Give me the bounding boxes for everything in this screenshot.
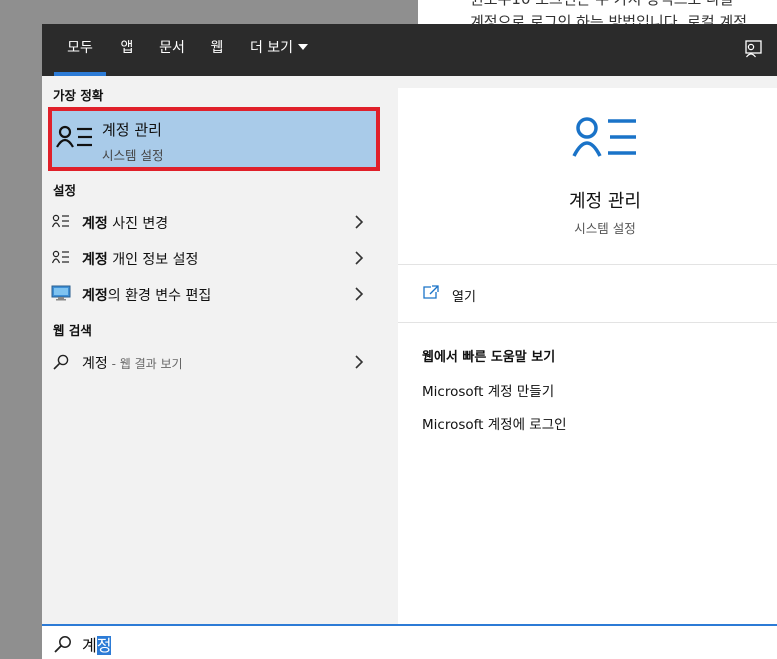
results-list: 가장 정확 계정 관리 시스템 설정 설정 계정 사진 변경 계정 개인 정보 … (42, 76, 386, 624)
settings-item-label: 계정 사진 변경 (82, 216, 169, 232)
account-icon (56, 125, 92, 148)
detail-subtitle: 시스템 설정 (574, 221, 636, 236)
chevron-right-icon (355, 287, 364, 301)
settings-item-label: 계정 개인 정보 설정 (82, 252, 199, 268)
best-match-result[interactable]: 계정 관리 시스템 설정 (48, 107, 380, 171)
tab-label: 모두 (67, 40, 93, 56)
tab-all[interactable]: 모두 (54, 24, 106, 76)
help-link-create-account[interactable]: Microsoft 계정 만들기 (422, 380, 554, 400)
background-document: 윈도우10 로그인은 두 가지 방식으로 나눌 계정으로 로그인 하는 방법입니… (418, 0, 777, 24)
search-input[interactable]: 계정 (82, 632, 112, 656)
account-icon (52, 250, 69, 264)
settings-item-change-picture[interactable]: 계정 사진 변경 (42, 204, 386, 240)
detail-pane: 계정 관리 시스템 설정 열기 웹에서 빠른 도움말 보기 Microsoft … (398, 88, 777, 624)
divider (398, 264, 777, 265)
feedback-icon (745, 40, 762, 58)
chevron-right-icon (355, 355, 364, 369)
background-text-line: 계정으로 로그인 하는 방법입니다. 로컬 계정 (470, 13, 748, 24)
tab-label: 웹 (210, 40, 224, 56)
best-match-title: 계정 관리 (102, 121, 162, 139)
help-heading: 웹에서 빠른 도움말 보기 (422, 350, 556, 365)
settings-item-environment-variables[interactable]: 계정의 환경 변수 편집 (42, 276, 386, 312)
section-settings: 설정 (53, 183, 77, 198)
feedback-button[interactable] (742, 38, 764, 60)
tab-web[interactable]: 웹 (202, 24, 232, 76)
tab-more[interactable]: 더 보기 (242, 24, 316, 76)
chevron-right-icon (355, 251, 364, 265)
start-search-panel: 모두 앱 문서 웹 더 보기 가장 정확 계정 관리 시스템 설정 설정 계정 … (42, 24, 777, 659)
help-link-sign-in[interactable]: Microsoft 계정에 로그인 (422, 413, 567, 433)
caret-down-icon (298, 44, 309, 50)
open-icon (423, 285, 439, 299)
monitor-icon (51, 285, 71, 301)
account-icon (52, 214, 69, 228)
web-search-label: 계정 - 웹 결과 보기 (82, 356, 183, 372)
section-best-match: 가장 정확 (53, 88, 104, 103)
section-web-search: 웹 검색 (53, 323, 92, 338)
selected-text: 정 (96, 636, 112, 655)
detail-title: 계정 관리 (569, 191, 641, 212)
web-search-item[interactable]: 계정 - 웹 결과 보기 (42, 344, 386, 380)
account-icon (572, 117, 636, 157)
search-filter-bar: 모두 앱 문서 웹 더 보기 (42, 24, 777, 76)
divider (398, 322, 777, 323)
open-label: 열기 (452, 290, 476, 305)
background-text-line: 윈도우10 로그인은 두 가지 방식으로 나눌 (470, 0, 734, 9)
tab-label: 더 보기 (249, 40, 294, 56)
settings-item-privacy[interactable]: 계정 개인 정보 설정 (42, 240, 386, 276)
tab-apps[interactable]: 앱 (112, 24, 142, 76)
search-icon (54, 636, 71, 653)
tab-label: 앱 (120, 40, 134, 56)
chevron-right-icon (355, 215, 364, 229)
search-box[interactable]: 계정 (42, 624, 777, 659)
tab-label: 문서 (159, 40, 185, 56)
best-match-subtitle: 시스템 설정 (102, 148, 164, 163)
search-icon (53, 354, 69, 370)
tab-documents[interactable]: 문서 (150, 24, 194, 76)
settings-item-label: 계정의 환경 변수 편집 (82, 288, 212, 304)
